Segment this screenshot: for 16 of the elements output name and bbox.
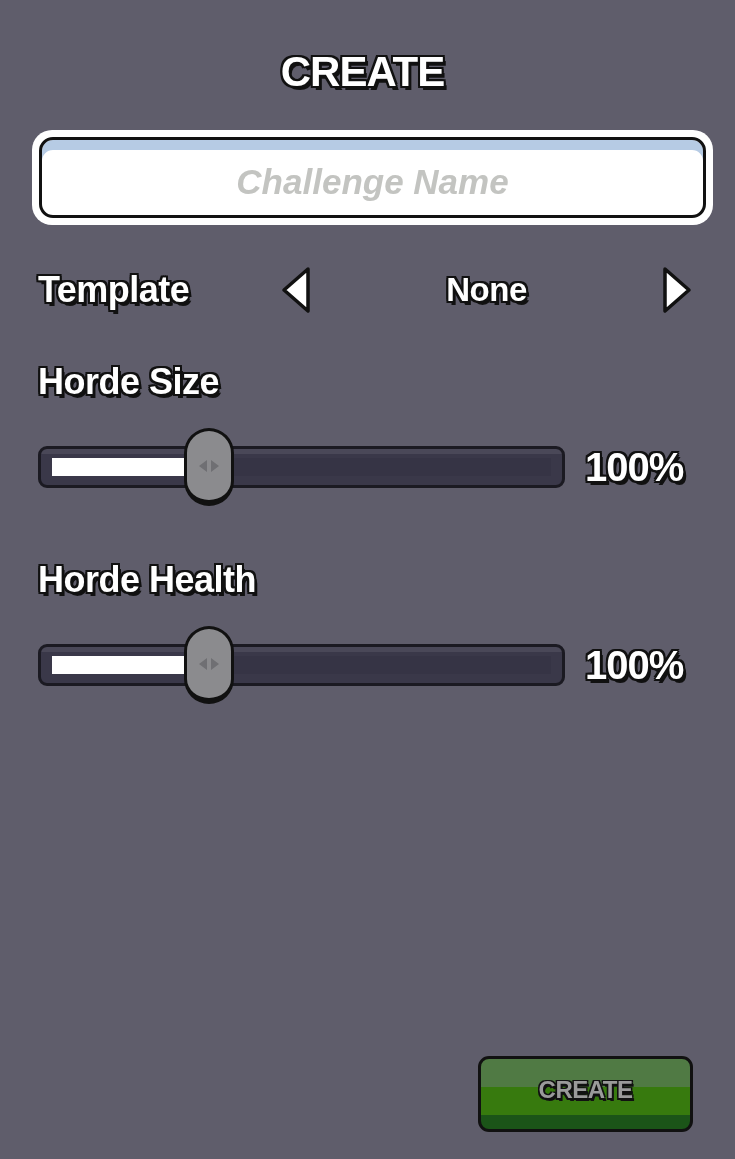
template-label: Template: [38, 268, 190, 312]
slider-label: Horde Health: [38, 558, 257, 602]
left-triangle-icon[interactable]: [280, 265, 312, 315]
slider-track[interactable]: [52, 656, 551, 674]
slider-label: Horde Size: [38, 360, 220, 404]
slider-reading: 100%: [585, 444, 684, 491]
slider-thumb[interactable]: [183, 626, 234, 704]
template-value: None: [446, 270, 527, 310]
double-triangle-icon: [197, 656, 220, 671]
right-triangle-icon[interactable]: [661, 265, 693, 315]
slider-thumb[interactable]: [183, 428, 234, 506]
slider-track[interactable]: [52, 458, 551, 476]
slider-reading: 100%: [585, 642, 684, 689]
screen-title: CREATE: [280, 48, 445, 96]
challenge-name-field[interactable]: Challenge Name: [32, 130, 713, 225]
double-triangle-icon: [197, 458, 220, 473]
